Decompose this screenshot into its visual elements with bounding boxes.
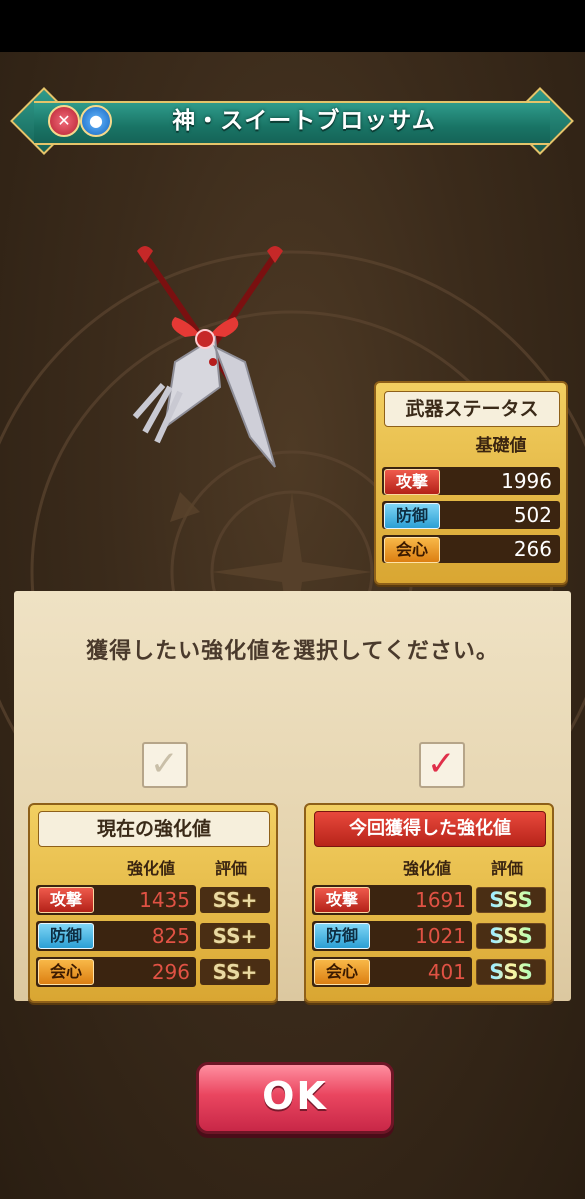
fork-weapon-icon: ✕ xyxy=(48,105,80,137)
current-critical-grade: SS+ xyxy=(200,959,270,985)
new-attack-grade: SSS xyxy=(476,887,546,913)
critical-label: 会心 xyxy=(384,537,440,563)
attack-base-value: 1996 xyxy=(501,469,552,493)
status-row-attack: 攻撃 1996 xyxy=(382,467,560,495)
defense-label: 防御 xyxy=(384,503,440,529)
new-enhancement-card[interactable]: 今回獲得した強化値 強化値 評価 攻撃 1691 SSS 防御 1021 SSS… xyxy=(304,803,554,1003)
weapon-status-title: 武器ステータス xyxy=(384,391,560,427)
weapon-name: 神・スイートブロッサム xyxy=(172,108,436,134)
defense-label: 防御 xyxy=(38,923,94,949)
new-row-defense: 防御 1021 SSS xyxy=(312,921,546,951)
attack-label: 攻撃 xyxy=(38,887,94,913)
defense-label: 防御 xyxy=(314,923,370,949)
status-row-critical: 会心 266 xyxy=(382,535,560,563)
new-select-checkbox[interactable]: ✓ xyxy=(419,742,465,788)
new-grade-column-label: 評価 xyxy=(490,859,523,878)
new-critical-value: 401 xyxy=(427,960,466,984)
new-card-title: 今回獲得した強化値 xyxy=(314,811,546,847)
current-row-defense: 防御 825 SS+ xyxy=(36,921,270,951)
current-critical-value: 296 xyxy=(151,960,190,984)
new-attack-value: 1691 xyxy=(415,888,466,912)
selection-prompt: 獲得したい強化値を選択してください。 xyxy=(86,639,499,664)
new-critical-grade: SSS xyxy=(476,959,546,985)
new-value-column-label: 強化値 xyxy=(402,859,451,878)
current-enhancement-card[interactable]: 現在の強化値 強化値 評価 攻撃 1435 SS+ 防御 825 SS+ 会心 … xyxy=(28,803,278,1003)
critical-label: 会心 xyxy=(314,959,370,985)
current-select-checkbox[interactable]: ✓ xyxy=(142,742,188,788)
weapon-status-panel: 武器ステータス 基礎値 攻撃 1996 防御 502 会心 266 xyxy=(374,381,568,585)
current-attack-value: 1435 xyxy=(139,888,190,912)
critical-base-value: 266 xyxy=(513,537,552,561)
critical-label: 会心 xyxy=(38,959,94,985)
new-defense-grade: SSS xyxy=(476,923,546,949)
current-attack-grade: SS+ xyxy=(200,887,270,913)
ok-button[interactable]: OK xyxy=(196,1062,394,1134)
attack-label: 攻撃 xyxy=(314,887,370,913)
weapon-fork-illustration xyxy=(132,246,283,468)
new-row-attack: 攻撃 1691 SSS xyxy=(312,885,546,915)
new-row-critical: 会心 401 SSS xyxy=(312,957,546,987)
current-defense-value: 825 xyxy=(151,924,190,948)
attack-label: 攻撃 xyxy=(384,469,440,495)
current-grade-column-label: 評価 xyxy=(214,859,247,878)
current-row-critical: 会心 296 SS+ xyxy=(36,957,270,987)
selection-parchment: 獲得したい強化値を選択してください。 ✓ ✓ 現在の強化値 強化値 評価 攻撃 … xyxy=(14,591,571,1003)
checkmark-icon: ✓ xyxy=(150,744,179,784)
water-element-icon: ● xyxy=(80,105,112,137)
current-card-title: 現在の強化値 xyxy=(38,811,270,847)
new-defense-value: 1021 xyxy=(415,924,466,948)
status-row-defense: 防御 502 xyxy=(382,501,560,529)
current-row-attack: 攻撃 1435 SS+ xyxy=(36,885,270,915)
defense-base-value: 502 xyxy=(513,503,552,527)
checkmark-icon: ✓ xyxy=(427,744,456,784)
current-defense-grade: SS+ xyxy=(200,923,270,949)
weapon-title-banner: ✕ ● 神・スイートブロッサム xyxy=(10,87,574,155)
base-value-column-label: 基礎値 xyxy=(475,436,527,456)
current-value-column-label: 強化値 xyxy=(126,859,175,878)
